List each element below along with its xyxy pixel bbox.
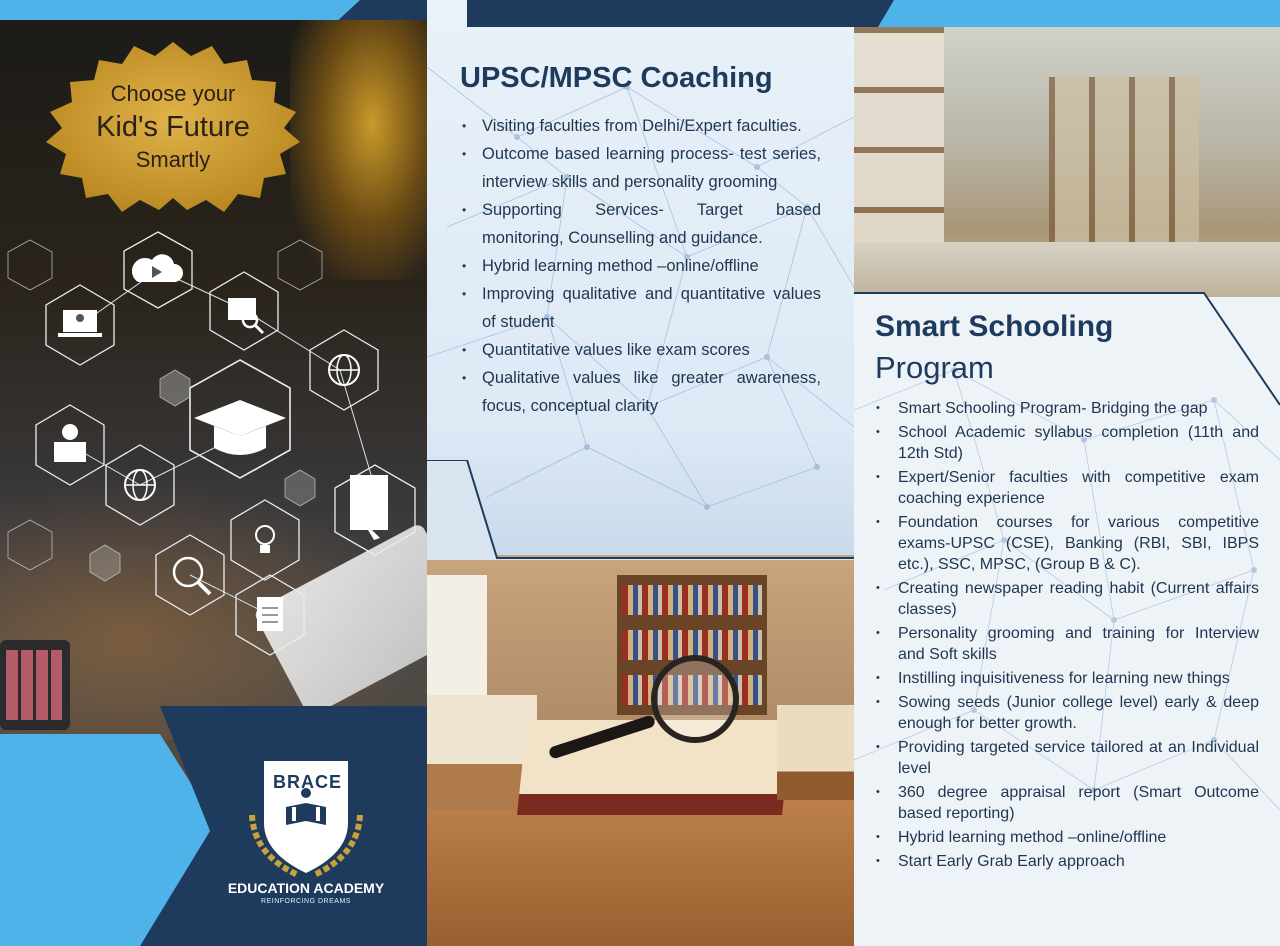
- brand-name: BRACE: [272, 772, 342, 792]
- top-stripe: [0, 0, 427, 20]
- globe-graduate-icon: [105, 444, 175, 526]
- list-item: Start Early Grab Early approach: [875, 851, 1259, 872]
- library-books-photo: [427, 555, 854, 946]
- globe-cursor-icon: [309, 329, 379, 411]
- badge-line-2: Kid's Future: [96, 111, 250, 143]
- list-item: Quantitative values like exam scores: [460, 336, 821, 364]
- reading-tables: [854, 242, 1280, 297]
- graduation-cap-icon: [189, 359, 291, 479]
- elearning-hex-network: [7, 231, 416, 656]
- list-item: Instilling inquisitiveness for learning …: [875, 668, 1259, 689]
- list-item: School Academic syllabus completion (11t…: [875, 422, 1259, 464]
- badge-line-3: Smartly: [135, 147, 211, 172]
- top-stripe: [427, 0, 854, 27]
- brand-academy-name: EDUCATION ACADEMY: [227, 880, 385, 896]
- list-item: Smart Schooling Program- Bridging the ga…: [875, 398, 1259, 419]
- smart-schooling-subtitle: Program: [875, 350, 994, 385]
- browser-search-icon: [209, 271, 279, 351]
- shelf-books: [622, 585, 762, 615]
- list-item: Foundation courses for various competiti…: [875, 512, 1259, 575]
- smart-schooling-title: Smart Schooling: [875, 310, 1114, 343]
- right-panel: Smart Schooling Program Smart Schooling …: [854, 0, 1280, 946]
- list-item: Supporting Services- Target based monito…: [460, 196, 821, 252]
- badge-line-1: Choose your: [110, 81, 236, 106]
- brand-tagline: REINFORCING DREAMS: [261, 898, 351, 905]
- document-icon: [235, 574, 305, 656]
- support-agent-icon: [35, 404, 105, 486]
- panel-divider-shape: [427, 460, 854, 560]
- upsc-coaching-title: UPSC/MPSC Coaching: [460, 62, 773, 94]
- book-stack-right: [777, 705, 854, 800]
- magnifying-glass: [651, 655, 739, 743]
- list-item: Improving qualitative and quantitative v…: [460, 280, 821, 336]
- open-book: [517, 720, 792, 815]
- list-item: Providing targeted service tailored at a…: [875, 737, 1259, 779]
- list-item: Hybrid learning method –online/offline: [460, 252, 821, 280]
- window-light: [427, 575, 487, 715]
- top-stripe: [854, 0, 1280, 27]
- list-item: Visiting faculties from Delhi/Expert fac…: [460, 112, 821, 140]
- laptop-user-icon: [45, 284, 115, 366]
- upsc-coaching-list: Visiting faculties from Delhi/Expert fac…: [460, 112, 821, 420]
- badge-text: Choose your Kid's Future Smartly: [44, 42, 302, 212]
- middle-panel: UPSC/MPSC Coaching Visiting faculties fr…: [427, 0, 854, 946]
- library-interior-photo: [854, 27, 1280, 297]
- list-item: Personality grooming and training for In…: [875, 623, 1259, 665]
- left-panel: Choose your Kid's Future Smartly BRACE E…: [0, 0, 427, 946]
- smart-schooling-list: Smart Schooling Program- Bridging the ga…: [875, 398, 1259, 875]
- book-hand-icon: [334, 464, 416, 556]
- list-item: Creating newspaper reading habit (Curren…: [875, 578, 1259, 620]
- bulb-gear-icon: [230, 499, 300, 581]
- list-item: Sowing seeds (Junior college level) earl…: [875, 692, 1259, 734]
- list-item: Outcome based learning process- test ser…: [460, 140, 821, 196]
- list-item: 360 degree appraisal report (Smart Outco…: [875, 782, 1259, 824]
- list-item: Qualitative values like greater awarenes…: [460, 364, 821, 420]
- list-item: Expert/Senior faculties with competitive…: [875, 467, 1259, 509]
- cloud-video-icon: [123, 231, 193, 309]
- list-item: Hybrid learning method –online/offline: [875, 827, 1259, 848]
